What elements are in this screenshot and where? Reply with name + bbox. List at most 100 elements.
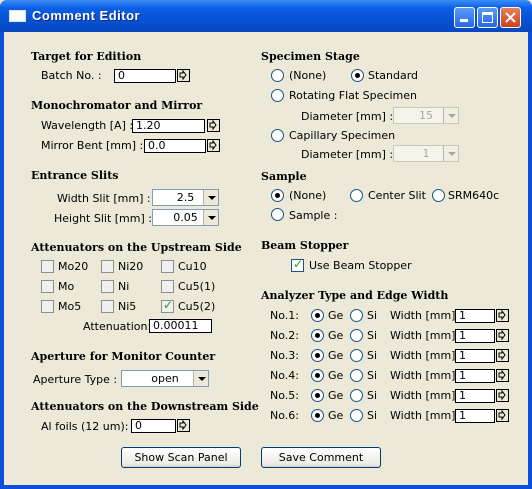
- upstream-checkbox[interactable]: [161, 280, 174, 293]
- maximize-button[interactable]: [477, 7, 498, 28]
- stage-standard-radio[interactable]: [351, 69, 364, 82]
- analyzer-si-radio[interactable]: [350, 349, 363, 362]
- analyzer-ge-label: Ge: [328, 349, 344, 362]
- target-heading: Target for Edition: [31, 50, 142, 63]
- analyzer-width-input[interactable]: 1: [455, 329, 495, 343]
- stage-capillary-radio[interactable]: [271, 129, 284, 142]
- upstream-checkbox-label: Cu5(2): [178, 300, 216, 313]
- analyzer-si-label: Si: [367, 409, 378, 422]
- stage-none-radio[interactable]: [271, 69, 284, 82]
- width-slit-select[interactable]: 2.5: [152, 189, 219, 206]
- upstream-checkbox[interactable]: [101, 300, 114, 313]
- analyzer-width-input[interactable]: 1: [455, 369, 495, 383]
- upstream-checkbox[interactable]: [161, 298, 174, 313]
- analyzer-ge-radio[interactable]: [311, 389, 324, 402]
- analyzer-width-input[interactable]: 1: [455, 349, 495, 363]
- al-foils-spinner[interactable]: [177, 419, 190, 432]
- analyzer-width-input[interactable]: 1: [455, 389, 495, 403]
- analyzer-width-input[interactable]: 1: [455, 309, 495, 323]
- mono-heading: Monochromator and Mirror: [31, 99, 203, 112]
- downstream-heading: Attenuators on the Downstream Side: [31, 400, 259, 413]
- batch-spinner[interactable]: [177, 69, 190, 82]
- analyzer-width-label: Width [mm]:: [390, 409, 460, 422]
- analyzer-ge-radio[interactable]: [311, 309, 324, 322]
- sample-custom-radio[interactable]: [271, 208, 284, 221]
- analyzer-si-radio[interactable]: [350, 309, 363, 322]
- save-comment-button[interactable]: Save Comment: [261, 447, 381, 468]
- analyzer-row-label: No.4:: [270, 369, 299, 382]
- close-button[interactable]: [500, 7, 521, 28]
- aperture-type-label: Aperture Type :: [33, 373, 118, 386]
- analyzer-heading: Analyzer Type and Edge Width: [261, 289, 449, 302]
- analyzer-row-label: No.1:: [270, 309, 299, 322]
- chevron-down-icon[interactable]: [203, 210, 218, 225]
- stage-rotating-label: Rotating Flat Specimen: [289, 89, 417, 102]
- analyzer-width-spinner[interactable]: [496, 329, 509, 342]
- chevron-down-icon[interactable]: [203, 190, 218, 205]
- batch-label: Batch No. :: [41, 69, 102, 82]
- title-bar[interactable]: Comment Editor: [0, 0, 532, 32]
- use-beam-stopper-label: Use Beam Stopper: [309, 259, 412, 272]
- analyzer-ge-radio[interactable]: [311, 349, 324, 362]
- analyzer-width-spinner[interactable]: [496, 389, 509, 402]
- sample-center-radio[interactable]: [350, 189, 363, 202]
- maximize-icon: [482, 12, 493, 23]
- upstream-checkbox[interactable]: [41, 260, 54, 273]
- aperture-heading: Aperture for Monitor Counter: [31, 350, 216, 363]
- upstream-checkbox[interactable]: [41, 300, 54, 313]
- mirror-input[interactable]: 0.0: [144, 139, 206, 153]
- use-beam-stopper-checkbox[interactable]: [291, 257, 304, 272]
- slits-heading: Entrance Slits: [31, 169, 119, 182]
- aperture-type-select[interactable]: open: [121, 370, 209, 387]
- analyzer-width-input[interactable]: 1: [455, 409, 495, 423]
- analyzer-width-spinner[interactable]: [496, 409, 509, 422]
- stage-heading: Specimen Stage: [261, 50, 360, 63]
- attenuation-value: 0.00011: [149, 319, 212, 333]
- sample-custom-label: Sample :: [289, 209, 338, 222]
- chevron-down-icon[interactable]: [193, 371, 208, 386]
- minimize-button[interactable]: [454, 7, 475, 28]
- spinner-icon: [179, 70, 187, 81]
- analyzer-ge-radio[interactable]: [311, 409, 324, 422]
- cap-diameter-label: Diameter [mm] :: [301, 148, 394, 161]
- comment-editor-window: Comment Editor Target for Edition Batch …: [0, 0, 532, 489]
- upstream-checkbox[interactable]: [41, 280, 54, 293]
- minimize-icon: [460, 19, 468, 22]
- stage-rotating-radio[interactable]: [271, 89, 284, 102]
- al-foils-input[interactable]: 0: [131, 419, 176, 433]
- analyzer-ge-radio[interactable]: [311, 369, 324, 382]
- wavelength-input[interactable]: 1.20: [132, 119, 205, 133]
- mirror-spinner[interactable]: [207, 139, 220, 152]
- analyzer-ge-label: Ge: [328, 329, 344, 342]
- upstream-checkbox-label: Cu10: [178, 260, 207, 273]
- analyzer-si-radio[interactable]: [350, 409, 363, 422]
- upstream-checkbox[interactable]: [101, 280, 114, 293]
- spinner-icon: [498, 370, 506, 381]
- sample-none-label: (None): [289, 189, 327, 202]
- upstream-checkbox-label: Mo: [58, 280, 75, 293]
- upstream-checkbox[interactable]: [161, 260, 174, 273]
- analyzer-width-spinner[interactable]: [496, 309, 509, 322]
- batch-input[interactable]: 0: [114, 69, 176, 83]
- wavelength-spinner[interactable]: [207, 119, 220, 132]
- analyzer-width-label: Width [mm]:: [390, 389, 460, 402]
- sample-srm-radio[interactable]: [432, 189, 445, 202]
- editor-panel: Target for Edition Batch No. : 0 Monochr…: [4, 32, 528, 485]
- upstream-checkbox[interactable]: [101, 260, 114, 273]
- analyzer-si-radio[interactable]: [350, 369, 363, 382]
- height-slit-select[interactable]: 0.05: [152, 209, 219, 226]
- analyzer-ge-radio[interactable]: [311, 329, 324, 342]
- analyzer-width-spinner[interactable]: [496, 349, 509, 362]
- analyzer-si-label: Si: [367, 349, 378, 362]
- analyzer-width-spinner[interactable]: [496, 369, 509, 382]
- analyzer-row-label: No.2:: [270, 329, 299, 342]
- analyzer-si-radio[interactable]: [350, 329, 363, 342]
- sample-none-radio[interactable]: [271, 189, 284, 202]
- mirror-label: Mirror Bent [mm] :: [41, 139, 144, 152]
- rot-diameter-select: 15: [393, 107, 459, 124]
- spinner-icon: [498, 410, 506, 421]
- analyzer-si-label: Si: [367, 389, 378, 402]
- show-scan-panel-button[interactable]: Show Scan Panel: [121, 447, 241, 468]
- attenuation-label: Attenuation:: [83, 320, 152, 333]
- analyzer-si-radio[interactable]: [350, 389, 363, 402]
